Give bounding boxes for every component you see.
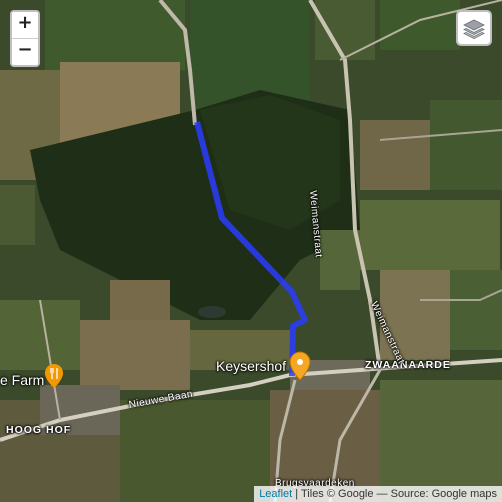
restaurant-poi-icon[interactable] (45, 364, 63, 388)
zoom-in-button[interactable]: + (12, 12, 38, 39)
map-attribution: Leaflet | Tiles © Google — Source: Googl… (254, 486, 502, 502)
layers-button[interactable] (456, 10, 492, 46)
attribution-text: | Tiles © Google — Source: Google maps (292, 488, 497, 500)
place-label-hooghof: HOOG HOF (6, 424, 72, 436)
map-container[interactable]: Keysershof ZWAANAARDE Weimanstraat Weima… (0, 0, 502, 502)
leaflet-link[interactable]: Leaflet (259, 488, 292, 500)
place-label-zwaanaarde: ZWAANAARDE (365, 359, 451, 371)
place-label-farm: e Farm (0, 372, 45, 388)
place-label-keysershof: Keysershof (216, 358, 287, 374)
route-line[interactable] (0, 0, 502, 502)
layers-icon (463, 19, 485, 39)
zoom-control: + − (10, 10, 40, 67)
zoom-out-button[interactable]: − (12, 39, 38, 65)
